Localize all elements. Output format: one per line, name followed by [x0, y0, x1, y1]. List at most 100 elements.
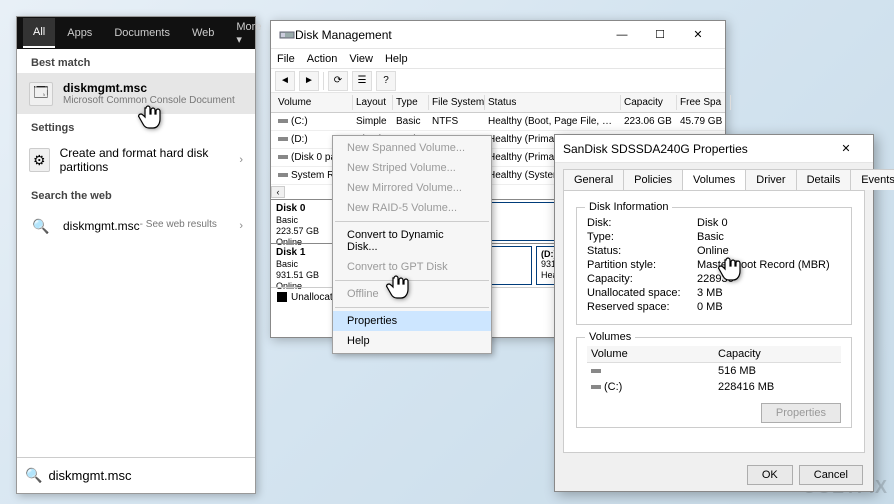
- back-button[interactable]: ◄: [275, 71, 295, 91]
- properties-close-button[interactable]: ✕: [827, 136, 865, 162]
- tab-volumes[interactable]: Volumes: [682, 169, 746, 190]
- scroll-left-icon[interactable]: ‹: [271, 186, 285, 198]
- minimize-button[interactable]: —: [603, 22, 641, 48]
- cancel-button[interactable]: Cancel: [799, 465, 863, 485]
- menu-separator: [335, 221, 489, 222]
- disk-management-icon: [279, 27, 295, 43]
- vol-row-0-name[interactable]: [587, 363, 714, 379]
- help-button[interactable]: ?: [376, 71, 396, 91]
- forward-button[interactable]: ►: [299, 71, 319, 91]
- gear-icon: ⚙: [29, 148, 50, 172]
- tab-details[interactable]: Details: [796, 169, 852, 190]
- kv-reserved-key: Reserved space:: [587, 301, 697, 313]
- kv-capacity-value: 228936: [697, 273, 734, 285]
- msc-file-icon: 🗔: [29, 82, 53, 106]
- context-menu-item: Convert to GPT Disk: [333, 257, 491, 277]
- dm-titlebar: Disk Management — ☐ ✕: [271, 21, 725, 49]
- vol-row-1-name[interactable]: (C:): [587, 379, 714, 395]
- search-web-label: Search the web: [17, 182, 255, 206]
- col-capacity[interactable]: Capacity: [621, 95, 677, 110]
- col-type[interactable]: Type: [393, 95, 429, 110]
- settings-button[interactable]: ☰: [352, 71, 372, 91]
- menu-action[interactable]: Action: [307, 53, 338, 65]
- settings-item-label: Create and format hard disk partitions: [60, 146, 230, 174]
- ok-button[interactable]: OK: [747, 465, 793, 485]
- volume-list-header: Volume Layout Type File System Status Ca…: [271, 93, 725, 113]
- web-result-prefix: diskmgmt.msc: [63, 219, 140, 233]
- volumes-table[interactable]: Volume Capacity 516 MB (C:) 228416 MB: [587, 346, 841, 395]
- volumes-group: Volumes Volume Capacity 516 MB (C:) 2284…: [576, 337, 852, 428]
- context-menu-item[interactable]: Convert to Dynamic Disk...: [333, 225, 491, 257]
- dm-toolbar: ◄ ► ⟳ ☰ ?: [271, 69, 725, 93]
- chevron-right-icon: ›: [239, 154, 243, 166]
- kv-unallocated-value: 3 MB: [697, 287, 723, 299]
- volumes-label: Volumes: [585, 331, 635, 343]
- volume-row[interactable]: (C:)SimpleBasicNTFSHealthy (Boot, Page F…: [271, 113, 725, 131]
- more-label: More: [236, 21, 261, 33]
- vol-row-0-cap: 516 MB: [714, 363, 841, 379]
- search-tabs: All Apps Documents Web More ▾: [17, 17, 255, 49]
- close-button[interactable]: ✕: [679, 22, 717, 48]
- tab-body-volumes: Disk Information Disk:Disk 0 Type:Basic …: [563, 190, 865, 453]
- search-tab-documents[interactable]: Documents: [104, 19, 180, 47]
- volume-properties-button: Properties: [761, 403, 841, 423]
- tab-general[interactable]: General: [563, 169, 624, 190]
- kv-partitionstyle-key: Partition style:: [587, 259, 697, 271]
- properties-title: SanDisk SDSSDA240G Properties: [563, 142, 827, 156]
- maximize-button[interactable]: ☐: [641, 22, 679, 48]
- menu-separator: [335, 307, 489, 308]
- best-match-label: Best match: [17, 49, 255, 73]
- disk-properties-dialog: SanDisk SDSSDA240G Properties ✕ General …: [554, 134, 874, 492]
- search-tab-all[interactable]: All: [23, 18, 55, 48]
- menu-view[interactable]: View: [349, 53, 373, 65]
- context-menu-item[interactable]: Help: [333, 331, 491, 351]
- vol-row-1-cap: 228416 MB: [714, 379, 841, 395]
- tab-policies[interactable]: Policies: [623, 169, 683, 190]
- kv-reserved-value: 0 MB: [697, 301, 723, 313]
- kv-unallocated-key: Unallocated space:: [587, 287, 697, 299]
- context-menu-item: New RAID-5 Volume...: [333, 198, 491, 218]
- web-result-suffix: - See web results: [140, 219, 217, 233]
- col-freespace[interactable]: Free Spa: [677, 95, 731, 110]
- search-tab-more[interactable]: More ▾: [226, 13, 271, 54]
- menu-file[interactable]: File: [277, 53, 295, 65]
- kv-type-key: Type:: [587, 231, 697, 243]
- kv-type-value: Basic: [697, 231, 724, 243]
- search-input[interactable]: [48, 468, 247, 483]
- col-status[interactable]: Status: [485, 95, 621, 110]
- vol-col-volume[interactable]: Volume: [587, 346, 714, 363]
- search-tab-web[interactable]: Web: [182, 19, 224, 47]
- chevron-right-icon: ›: [239, 220, 243, 232]
- col-layout[interactable]: Layout: [353, 95, 393, 110]
- legend-swatch-unallocated: [277, 292, 287, 302]
- web-result[interactable]: 🔍 diskmgmt.msc - See web results ›: [17, 206, 255, 246]
- result-title: diskmgmt.msc: [63, 81, 235, 95]
- context-menu-item[interactable]: Properties: [333, 311, 491, 331]
- search-panel: All Apps Documents Web More ▾ Best match…: [16, 16, 256, 494]
- search-body: Best match 🗔 diskmgmt.msc Microsoft Comm…: [17, 49, 255, 457]
- context-menu-item: New Mirrored Volume...: [333, 178, 491, 198]
- disk-information-group: Disk Information Disk:Disk 0 Type:Basic …: [576, 207, 852, 325]
- disk-information-label: Disk Information: [585, 201, 672, 213]
- search-result-diskmgmt[interactable]: 🗔 diskmgmt.msc Microsoft Common Console …: [17, 73, 255, 114]
- settings-label: Settings: [17, 114, 255, 138]
- kv-status-key: Status:: [587, 245, 697, 257]
- tab-events[interactable]: Events: [850, 169, 894, 190]
- dm-title: Disk Management: [295, 28, 603, 42]
- disk-context-menu: New Spanned Volume...New Striped Volume.…: [332, 135, 492, 354]
- search-icon: 🔍: [29, 214, 53, 238]
- settings-item-partitions[interactable]: ⚙ Create and format hard disk partitions…: [17, 138, 255, 182]
- properties-tabs: General Policies Volumes Driver Details …: [555, 163, 873, 190]
- vol-col-capacity[interactable]: Capacity: [714, 346, 841, 363]
- menu-help[interactable]: Help: [385, 53, 408, 65]
- kv-capacity-key: Capacity:: [587, 273, 697, 285]
- search-tab-apps[interactable]: Apps: [57, 19, 102, 47]
- kv-status-value: Online: [697, 245, 729, 257]
- context-menu-item: New Striped Volume...: [333, 158, 491, 178]
- col-filesystem[interactable]: File System: [429, 95, 485, 110]
- col-volume[interactable]: Volume: [275, 95, 353, 110]
- tab-driver[interactable]: Driver: [745, 169, 796, 190]
- refresh-button[interactable]: ⟳: [328, 71, 348, 91]
- context-menu-item: New Spanned Volume...: [333, 138, 491, 158]
- kv-partitionstyle-value: Master Boot Record (MBR): [697, 259, 830, 271]
